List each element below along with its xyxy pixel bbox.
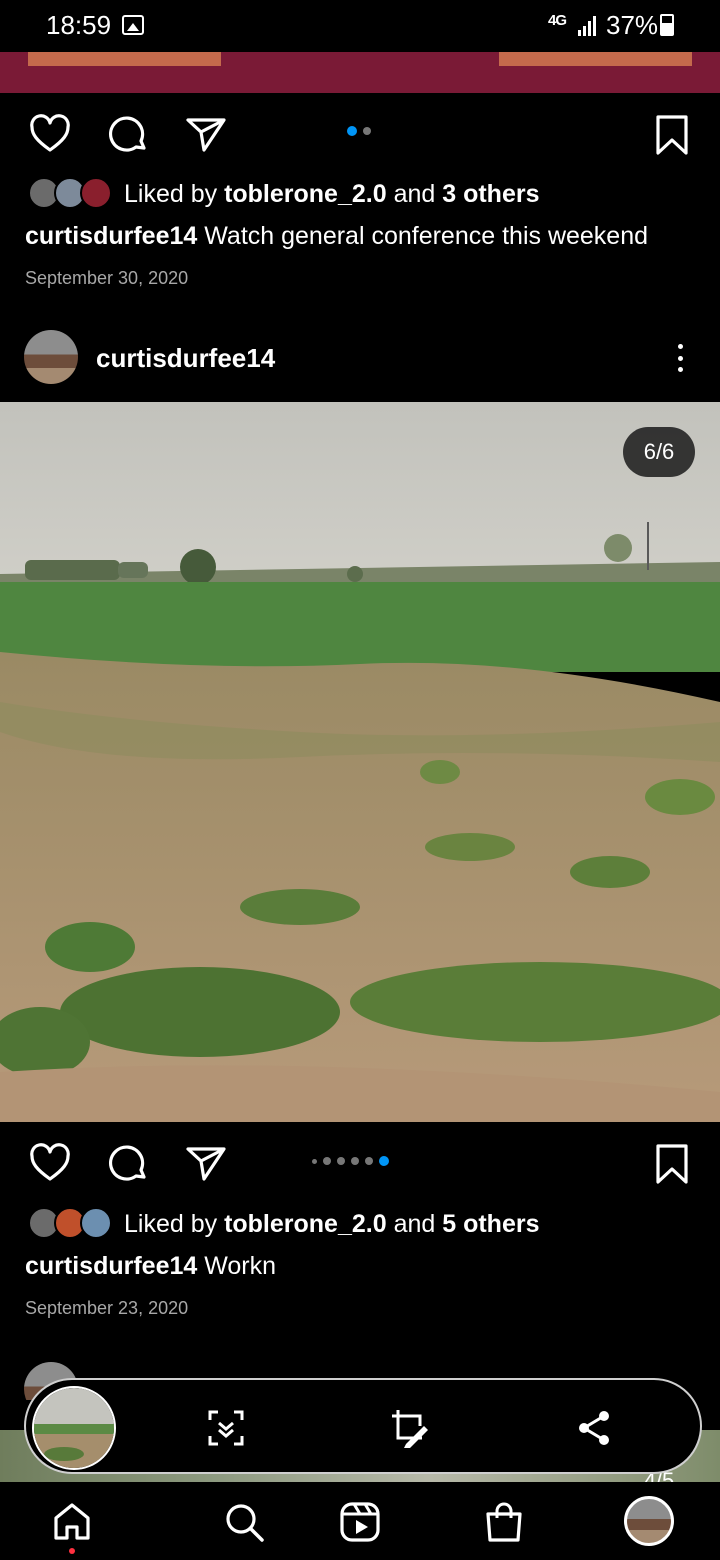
liker-avatar [80, 177, 112, 209]
caption-text: Workn [197, 1252, 277, 1280]
likes-prefix: Liked by [124, 179, 225, 208]
post-date: September 23, 2020 [25, 1298, 189, 1318]
carousel-dot [337, 1157, 345, 1165]
likes-and: and [386, 1209, 443, 1238]
like-icon[interactable] [28, 113, 72, 157]
likes-text: Liked by toblerone_2.0 and 5 others [124, 1210, 540, 1239]
likes-text: Liked by toblerone_2.0 and 3 others [124, 180, 540, 209]
status-time: 18:59 [46, 10, 112, 40]
post-actions [0, 1122, 720, 1202]
status-bar: 18:59 4G 37% [0, 0, 720, 52]
profile-avatar[interactable] [624, 1496, 674, 1546]
carousel-indicator [347, 126, 371, 136]
more-options-icon[interactable] [676, 344, 684, 372]
liker-avatars [28, 177, 112, 211]
carousel-dot [379, 1156, 389, 1166]
carousel-dot [312, 1158, 317, 1164]
carousel-dot [351, 1157, 359, 1165]
share-icon[interactable] [184, 1142, 228, 1186]
screenshot-toolbar [24, 1378, 702, 1474]
post-caption: curtisdurfee14 Workn [25, 1252, 276, 1281]
caption-username[interactable]: curtisdurfee14 [25, 222, 197, 250]
bookmark-icon[interactable] [650, 1142, 694, 1186]
likes-row[interactable]: Liked by toblerone_2.0 and 3 others [28, 176, 540, 212]
screenshot-scroll-icon[interactable] [204, 1406, 248, 1450]
share-icon[interactable] [572, 1406, 616, 1450]
post-image[interactable] [0, 402, 720, 1122]
liker-username[interactable]: toblerone_2.0 [224, 180, 387, 208]
carousel-dot [365, 1157, 373, 1165]
image-detail [28, 52, 221, 66]
edit-crop-icon[interactable] [388, 1406, 432, 1450]
post-caption: curtisdurfee14 Watch general conference … [25, 222, 648, 251]
likes-others[interactable]: 3 others [442, 180, 539, 208]
battery-icon [660, 14, 674, 36]
shop-icon[interactable] [482, 1500, 526, 1544]
avatar[interactable] [24, 330, 78, 384]
carousel-dot [363, 127, 371, 135]
carousel-indicator [312, 1156, 389, 1166]
gallery-notification-icon [122, 15, 144, 35]
network-type: 4G [548, 12, 567, 29]
comment-icon[interactable] [106, 1142, 150, 1186]
likes-others[interactable]: 5 others [442, 1210, 539, 1238]
caption-username[interactable]: curtisdurfee14 [25, 1252, 197, 1280]
bookmark-icon[interactable] [650, 113, 694, 157]
signal-icon [578, 14, 598, 36]
caption-text: Watch general conference this weekend [197, 222, 649, 250]
share-icon[interactable] [184, 113, 228, 157]
home-icon[interactable] [50, 1500, 94, 1544]
post-date: September 30, 2020 [25, 268, 189, 288]
notification-dot [69, 1548, 75, 1554]
post-actions [0, 93, 720, 173]
image-counter: 6/6 [623, 427, 695, 477]
liker-avatar [80, 1207, 112, 1239]
post-header: curtisdurfee14 [0, 330, 720, 386]
like-icon[interactable] [28, 1142, 72, 1186]
likes-prefix: Liked by [124, 1209, 225, 1238]
search-icon[interactable] [222, 1500, 266, 1544]
image-detail [499, 52, 692, 66]
reels-icon[interactable] [338, 1500, 382, 1544]
carousel-dot [323, 1157, 331, 1165]
screenshot-thumbnail[interactable] [32, 1386, 116, 1470]
battery-percent: 37% [606, 10, 659, 40]
comment-icon[interactable] [106, 113, 150, 157]
post-username[interactable]: curtisdurfee14 [96, 343, 275, 374]
bottom-nav [0, 1482, 720, 1560]
liker-avatars [28, 1207, 112, 1241]
previous-post-image[interactable] [0, 52, 720, 93]
likes-and: and [386, 179, 443, 208]
liker-username[interactable]: toblerone_2.0 [224, 1210, 387, 1238]
carousel-dot [347, 126, 357, 136]
likes-row[interactable]: Liked by toblerone_2.0 and 5 others [28, 1206, 540, 1242]
